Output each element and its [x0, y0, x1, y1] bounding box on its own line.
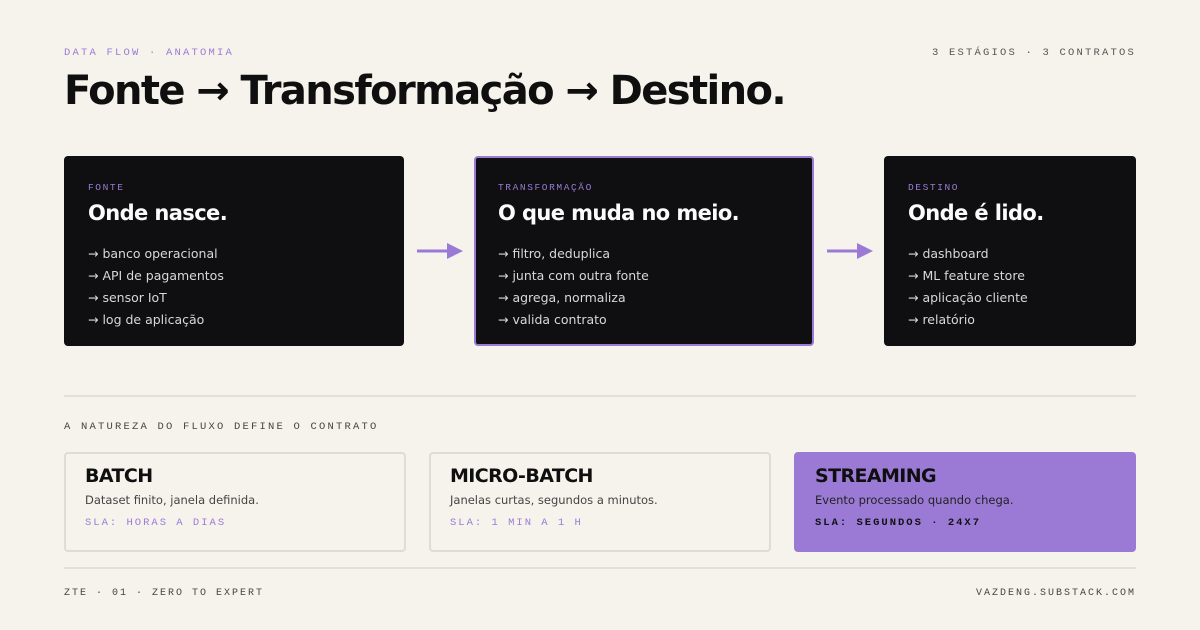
stage-heading: O que muda no meio.: [498, 201, 740, 225]
list-item: → API de pagamentos: [88, 268, 224, 283]
list-item: → sensor IoT: [88, 290, 167, 305]
list-item: → aplicação cliente: [908, 290, 1028, 305]
mode-name: BATCH: [85, 465, 153, 487]
list-item: → valida contrato: [498, 312, 607, 327]
mode-sla: SLA: HORAS A DIAS: [85, 517, 227, 529]
stage-card-transformacao: TRANSFORMAÇÃO O que muda no meio. → filt…: [474, 156, 814, 346]
stage-card-destino: DESTINO Onde é lido. → dashboard → ML fe…: [884, 156, 1136, 346]
mode-sla: SLA: SEGUNDOS · 24X7: [815, 517, 982, 529]
flow-arrow-icon: [827, 243, 873, 259]
stage-heading: Onde nasce.: [88, 201, 228, 225]
section-label: A NATUREZA DO FLUXO DEFINE O CONTRATO: [64, 421, 379, 433]
list-item: → agrega, normaliza: [498, 290, 626, 305]
section-divider: [64, 395, 1136, 397]
mode-sla: SLA: 1 MIN A 1 H: [450, 517, 583, 529]
list-item: → relatório: [908, 312, 975, 327]
flow-arrow-icon: [417, 243, 463, 259]
stage-tag: TRANSFORMAÇÃO: [498, 182, 593, 193]
list-item: → filtro, deduplica: [498, 246, 611, 261]
mode-description: Janelas curtas, segundos a minutos.: [450, 493, 658, 507]
mode-name: MICRO-BATCH: [450, 465, 593, 487]
mode-card-streaming: STREAMING Evento processado quando chega…: [794, 452, 1136, 552]
page-title: Fonte → Transformação → Destino.: [64, 68, 787, 114]
stage-list: → dashboard → ML feature store → aplicaç…: [908, 243, 1112, 331]
header-meta: 3 ESTÁGIOS · 3 CONTRATOS: [931, 47, 1136, 59]
list-item: → log de aplicação: [88, 312, 205, 327]
footer-series: ZTE · 01 · ZERO TO EXPERT: [64, 588, 265, 599]
stage-list: → filtro, deduplica → junta com outra fo…: [498, 243, 790, 331]
stage-tag: FONTE: [88, 182, 125, 193]
stage-card-fonte: FONTE Onde nasce. → banco operacional → …: [64, 156, 404, 346]
list-item: → dashboard: [908, 246, 989, 261]
mode-description: Evento processado quando chega.: [815, 493, 1014, 507]
stage-tag: DESTINO: [908, 182, 960, 193]
stage-list: → banco operacional → API de pagamentos …: [88, 243, 380, 331]
mode-description: Dataset finito, janela definida.: [85, 493, 259, 507]
footer-url: VAZDENG.SUBSTACK.COM: [975, 588, 1136, 599]
mode-card-micro-batch: MICRO-BATCH Janelas curtas, segundos a m…: [429, 452, 771, 552]
footer-divider: [64, 567, 1136, 569]
mode-name: STREAMING: [815, 465, 937, 487]
stage-heading: Onde é lido.: [908, 201, 1044, 225]
mode-card-batch: BATCH Dataset finito, janela definida. S…: [64, 452, 406, 552]
list-item: → ML feature store: [908, 268, 1025, 283]
list-item: → banco operacional: [88, 246, 218, 261]
kicker: DATA FLOW · ANATOMIA: [64, 47, 235, 59]
list-item: → junta com outra fonte: [498, 268, 649, 283]
